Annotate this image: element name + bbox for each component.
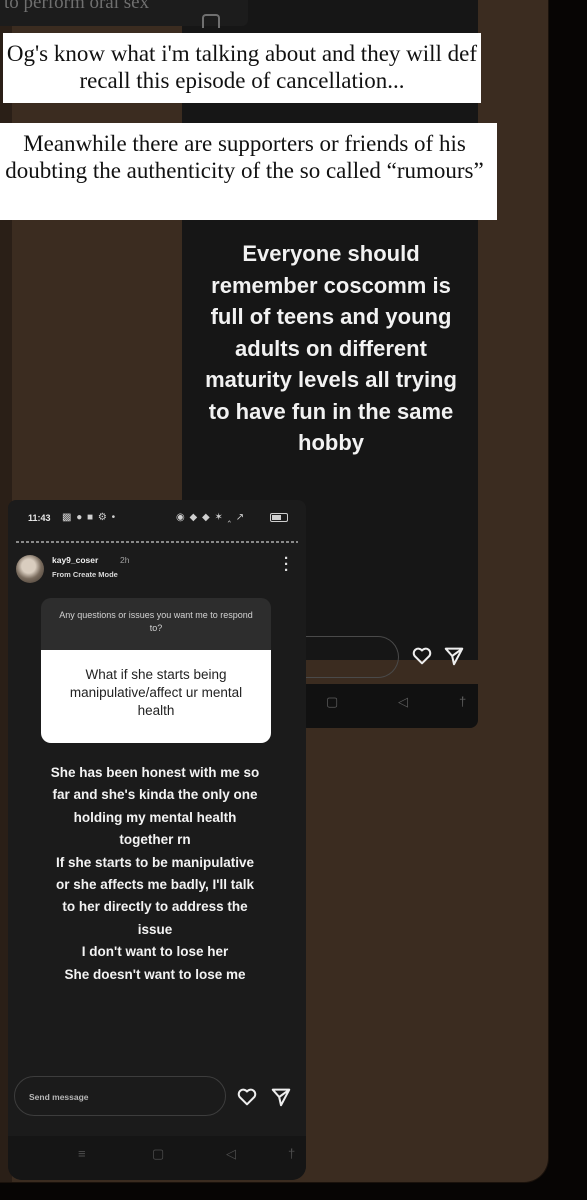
story-text: Everyone should remember coscomm is full…: [205, 241, 457, 455]
question-prompt: Any questions or issues you want me to r…: [41, 598, 271, 650]
username[interactable]: kay9_coser: [52, 555, 98, 565]
reply-input[interactable]: [300, 636, 399, 678]
navigation-bar: ≡ ▢ ◁ †: [8, 1136, 306, 1180]
battery-icon: [270, 513, 288, 522]
caption-box: Meanwhile there are supporters or friend…: [0, 123, 497, 220]
reply-line: issue: [137, 921, 173, 937]
frame-corner-icon: [202, 14, 220, 28]
question-text: What if she starts being manipulative/af…: [41, 650, 271, 743]
send-icon[interactable]: [270, 1086, 292, 1108]
send-icon[interactable]: [443, 645, 465, 667]
send-message-input[interactable]: [27, 1089, 211, 1105]
story-reply-text: She has been honest with me so far and s…: [22, 762, 288, 986]
story-subtitle: From Create Mode: [52, 570, 118, 579]
nav-accessibility[interactable]: †: [459, 694, 466, 709]
cropped-story-fragment: to perform oral sex: [0, 0, 248, 28]
reply-line: to her directly to address the: [62, 899, 248, 915]
heart-icon[interactable]: [411, 645, 433, 667]
heart-icon[interactable]: [236, 1086, 258, 1108]
nav-home[interactable]: ▢: [152, 1146, 164, 1162]
question-sticker: Any questions or issues you want me to r…: [41, 598, 271, 743]
reply-line: far and she's kinda the only one: [52, 787, 258, 803]
more-options-icon[interactable]: · · ·: [284, 551, 289, 578]
status-time: 11:43: [28, 513, 51, 523]
navigation-bar: ▢ ◁ †: [296, 684, 478, 728]
system-icons: ◉ ◆ ◆ ✶ ‸ ↗: [176, 512, 246, 523]
reply-line: holding my mental health: [73, 809, 237, 825]
reply-line: together rn: [119, 832, 191, 848]
reply-line: If she starts to be manipulative: [55, 854, 255, 870]
avatar[interactable]: [16, 555, 44, 583]
nav-back[interactable]: ◁: [398, 694, 408, 710]
caption-box: Og's know what i'm talking about and the…: [3, 33, 481, 103]
reply-line: or she affects me badly, I'll talk: [55, 877, 255, 893]
cropped-text: to perform oral sex: [4, 0, 150, 13]
front-story-card: 11:43 ▩ ● ■ ⚙ • ◉ ◆ ◆ ✶ ‸ ↗ kay9_coser 2…: [8, 500, 306, 1180]
reply-line: She has been honest with me so: [50, 765, 260, 780]
nav-accessibility[interactable]: †: [288, 1146, 295, 1161]
nav-back[interactable]: ◁: [226, 1146, 236, 1162]
nav-home[interactable]: ▢: [326, 694, 338, 710]
status-bar: 11:43 ▩ ● ■ ⚙ • ◉ ◆ ◆ ✶ ‸ ↗: [8, 500, 306, 538]
screenshot-panel: to perform oral sex Og's know what i'm t…: [0, 0, 548, 1182]
reply-line: She doesn't want to lose me: [64, 966, 246, 982]
story-progress-bar: [16, 541, 298, 543]
post-time: 2h: [120, 555, 130, 565]
reply-line: I don't want to lose her: [81, 944, 229, 960]
notification-icons: ▩ ● ■ ⚙ •: [62, 512, 117, 523]
nav-menu[interactable]: ≡: [78, 1146, 86, 1161]
send-message-field[interactable]: [14, 1076, 226, 1116]
